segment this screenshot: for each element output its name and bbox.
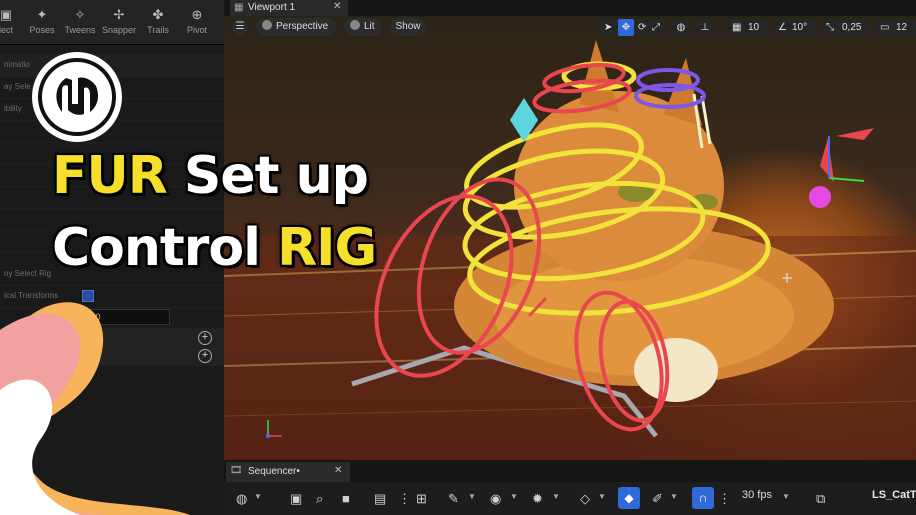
poses-icon: ✦ [36,7,48,22]
brand-swirl-graphic [0,302,190,515]
surface-snap-icon: ⊥ [700,22,710,33]
grid-snap-control[interactable]: ▦ 10 [728,19,768,36]
tab-tweens[interactable]: ✧ Tweens [60,7,100,36]
translate-icon[interactable]: ✥ [618,19,634,36]
perspective-button[interactable]: Perspective [256,18,336,36]
add-element-button[interactable]: + [198,331,212,345]
camera-icon: ▭ [880,22,890,33]
key-diamond-icon[interactable]: ◇ [580,491,590,507]
fps-dropdown[interactable]: 30 fps [742,489,772,501]
select-arrow-icon[interactable]: ➤ [604,19,612,36]
title-line-2: Control RIG [52,218,377,278]
sequence-name: LS_CatTe [872,489,916,501]
chevron-down-icon[interactable]: ▼ [782,492,790,501]
pivot-icon: ⊕ [191,7,203,22]
tweens-icon: ✧ [74,7,86,22]
transform-mode-group: ➤ ✥ ⟳ ⤢ [600,19,666,36]
clapper-icon[interactable]: ▤ [374,491,386,507]
chevron-down-icon[interactable]: ▼ [598,492,606,501]
find-asset-icon[interactable]: ⌕ [316,491,323,507]
world-space-toggle[interactable]: ◍ [672,19,690,36]
magnet-icon: ∩ [698,490,708,505]
chevron-down-icon[interactable]: ▼ [552,492,560,501]
tab-pivot[interactable]: ⊕ Pivot [177,7,217,36]
angle-icon: ∠ [778,22,787,33]
tab-viewport[interactable]: ▦ Viewport 1 ✕ [230,0,348,16]
transform-gizmo [809,128,874,208]
tools-icon[interactable]: ✎ [448,491,459,507]
globe-icon: ◍ [676,22,686,33]
menu-icon[interactable]: ☰ [232,19,248,35]
rotate-icon[interactable]: ⟳ [638,19,646,36]
mode-toolbar: ▣ lect ✦ Poses ✧ Tweens ✢ Snapper ✤ Trails ⊕ P… [0,0,224,45]
trails-icon: ✤ [152,7,164,22]
eye-icon[interactable]: ◉ [490,491,501,507]
surface-snap-toggle[interactable]: ⊥ [696,19,714,36]
plush-toy [634,338,718,402]
gear-icon[interactable]: ✹ [532,491,543,507]
playback-options-icon[interactable]: ⧉ [816,491,825,507]
lit-icon [350,20,360,30]
scale-icon[interactable]: ⤢ [652,19,660,36]
lit-button[interactable]: Lit [344,18,382,36]
chevron-down-icon[interactable]: ▼ [254,492,262,501]
tab-poses[interactable]: ✦ Poses [22,7,62,36]
select-icon: ▣ [0,7,13,22]
chevron-down-icon[interactable]: ▼ [670,492,678,501]
title-line-1: FUR Set up [52,146,369,206]
tab-snapper[interactable]: ✢ Snapper [99,7,139,36]
more-icon[interactable]: ⋮ [718,491,731,507]
close-icon[interactable]: ✕ [333,1,341,12]
auto-key-icon: ◆ [624,491,634,505]
unreal-logo [32,52,122,142]
scale-snap-control[interactable]: ⤡ 0,25 [822,19,870,36]
add-element-button[interactable]: + [198,349,212,363]
rotation-snap-control[interactable]: ∠ 10° [774,19,816,36]
unreal-logo-icon [38,58,116,136]
key-icon[interactable]: ⊞ [416,491,427,507]
tab-sequencer[interactable]: 🎞 Sequencer• ✕ [226,462,350,482]
grid-icon: ▦ [732,22,742,33]
snap-button[interactable]: ∩ [692,487,714,509]
close-icon[interactable]: ✕ [334,465,342,476]
cube-icon [262,20,272,30]
scale-snap-icon: ⤡ [826,22,834,33]
tab-trails[interactable]: ✤ Trails [138,7,178,36]
chevron-down-icon[interactable]: ▼ [468,492,476,501]
sequencer-toolbar: ◍ ▼ ▣ ⌕ ■ ▤ ⋮ ⊞ ✎ ▼ ◉ ▼ ✹ ▼ ◇ ▼ ◆ ✐ ▼ ∩ … [224,482,916,515]
pen-icon[interactable]: ✐ [652,491,663,507]
sequencer-icon: 🎞 [230,465,243,476]
show-button[interactable]: Show [390,18,426,36]
snapper-icon: ✢ [113,7,125,22]
viewport-icon: ▦ [234,2,244,13]
save-icon[interactable]: ▣ [290,491,302,507]
auto-key-button[interactable]: ◆ [618,487,640,509]
more-icon[interactable]: ⋮ [398,491,411,507]
camera-speed-control[interactable]: ▭ 12 [876,19,916,36]
world-icon[interactable]: ◍ [236,491,247,507]
chevron-down-icon[interactable]: ▼ [510,492,518,501]
render-movie-icon[interactable]: ■ [342,491,350,506]
